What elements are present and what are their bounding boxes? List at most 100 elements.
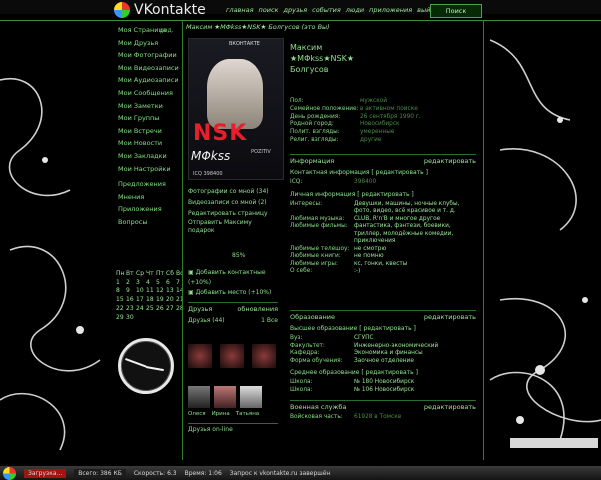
calendar-day[interactable]: 10: [136, 287, 144, 296]
calendar-day[interactable]: 12: [156, 287, 164, 296]
info-value[interactable]: Новосибирск: [360, 121, 400, 129]
friends-all-link[interactable]: 1 Все: [261, 317, 278, 324]
nav-search[interactable]: поиск: [259, 6, 279, 14]
row-value[interactable]: № 180 Новосибирск: [354, 379, 414, 387]
row-value[interactable]: CLUB, R'n'B и многое другое: [354, 216, 440, 224]
sidebar-item-news[interactable]: Мои Новости: [118, 139, 184, 149]
sidebar-item-messages[interactable]: Мои Сообщения: [118, 89, 184, 99]
sidebar-edit-link[interactable]: ред.: [160, 26, 174, 36]
row-value[interactable]: не смотрю: [354, 246, 386, 254]
sidebar-item-videos[interactable]: Мои Видеозаписи: [118, 64, 184, 74]
row-value[interactable]: Заочное отделение: [354, 358, 414, 366]
sidebar-item-bookmarks[interactable]: Мои Закладки: [118, 152, 184, 162]
videos-with-me-link[interactable]: Видеозаписи со мной (2): [188, 197, 276, 208]
school-title[interactable]: Среднее образование [ редактировать ]: [290, 369, 476, 376]
higher-edu-title[interactable]: Высшее образование [ редактировать ]: [290, 325, 476, 332]
send-gift-link[interactable]: Отправить Максиму подарок: [188, 219, 276, 235]
calendar-day[interactable]: 16: [126, 296, 134, 305]
sidebar-item-groups[interactable]: Мои Группы: [118, 114, 184, 124]
calendar-day[interactable]: 24: [136, 305, 144, 314]
sidebar-item-events[interactable]: Мои Встречи: [118, 127, 184, 137]
friend-name[interactable]: Ирина: [212, 411, 230, 417]
photos-with-me-link[interactable]: Фотографии со мной (34): [188, 186, 276, 197]
row-value[interactable]: № 106 Новосибирск: [354, 387, 414, 395]
info-value[interactable]: мужской: [360, 98, 387, 106]
nav-events[interactable]: события: [312, 6, 341, 14]
calendar-day[interactable]: 26: [156, 305, 164, 314]
sidebar-item-offers[interactable]: Предложения: [118, 180, 184, 190]
friend-name[interactable]: Татьяна: [236, 411, 259, 417]
nav-people[interactable]: люди: [346, 6, 364, 14]
info-value[interactable]: 26 сентября 1990 г.: [360, 114, 421, 122]
calendar-day[interactable]: 13: [166, 287, 174, 296]
calendar-day[interactable]: 9: [126, 287, 134, 296]
calendar-day[interactable]: 30: [126, 314, 134, 323]
row-value[interactable]: Девушки, машины, ночные клубы, фото, вид…: [354, 201, 476, 216]
friend-name[interactable]: Олеся: [188, 411, 206, 417]
calendar-day[interactable]: 1: [116, 279, 124, 288]
add-contacts-link[interactable]: ▣ Добавить контактные (+10%): [188, 268, 278, 288]
taskbar-loading[interactable]: Загрузка...: [24, 468, 67, 478]
row-value[interactable]: фантастика, фэнтези, боевики, триллер, м…: [354, 223, 476, 246]
start-button[interactable]: [3, 466, 16, 480]
calendar-day[interactable]: 20: [166, 296, 174, 305]
friends-updates-link[interactable]: обновления: [237, 305, 278, 313]
avatar[interactable]: [188, 386, 210, 408]
add-place-link[interactable]: ▣ Добавить место (+10%): [188, 288, 278, 298]
search-button[interactable]: Поиск: [430, 4, 482, 18]
edit-military-link[interactable]: редактировать: [424, 403, 476, 411]
row-value[interactable]: не помню: [354, 253, 384, 261]
calendar-day[interactable]: 6: [166, 279, 174, 288]
friend-photo[interactable]: [220, 344, 244, 368]
edit-page-link[interactable]: Редактировать страницу: [188, 208, 276, 219]
calendar-day[interactable]: 2: [126, 279, 134, 288]
info-value[interactable]: умеренные: [360, 129, 394, 137]
sidebar-item-applications[interactable]: Приложения: [118, 205, 184, 215]
row-value[interactable]: кс, гонки, квесты: [354, 261, 407, 269]
friends-title[interactable]: Друзья: [188, 305, 212, 313]
calendar-day[interactable]: 15: [116, 296, 124, 305]
avatar[interactable]: [214, 386, 236, 408]
personal-title[interactable]: Личная информация [ редактировать ]: [290, 191, 476, 198]
calendar-day[interactable]: 25: [146, 305, 154, 314]
row-value[interactable]: Инженерно-экономический: [354, 343, 438, 351]
sidebar-item-questions[interactable]: Вопросы: [118, 218, 184, 228]
vkontakte-logo[interactable]: VKontakte: [114, 0, 206, 20]
info-value[interactable]: другие: [360, 137, 382, 145]
friend-photo[interactable]: [252, 344, 276, 368]
calendar-day[interactable]: 11: [146, 287, 154, 296]
edit-information-link[interactable]: редактировать: [424, 157, 476, 165]
calendar-day[interactable]: 29: [116, 314, 124, 323]
contact-title[interactable]: Контактная информация [ редактировать ]: [290, 169, 476, 176]
sidebar-item-audio[interactable]: Мои Аудиозаписи: [118, 76, 184, 86]
row-value[interactable]: :-): [354, 268, 360, 276]
row-value[interactable]: СГУПС: [354, 335, 374, 343]
calendar-day[interactable]: 19: [156, 296, 164, 305]
calendar-day[interactable]: 3: [136, 279, 144, 288]
sidebar-item-my-page[interactable]: Моя Страница: [118, 26, 184, 36]
calendar-day[interactable]: 8: [116, 287, 124, 296]
nav-apps[interactable]: приложения: [369, 6, 412, 14]
nav-home[interactable]: главная: [226, 6, 254, 14]
calendar-day[interactable]: 18: [146, 296, 154, 305]
edit-education-link[interactable]: редактировать: [424, 313, 476, 321]
sidebar-item-friends[interactable]: Мои Друзья: [118, 39, 184, 49]
calendar-day[interactable]: 5: [156, 279, 164, 288]
calendar-day[interactable]: 23: [126, 305, 134, 314]
calendar-day[interactable]: 22: [116, 305, 124, 314]
sidebar-item-settings[interactable]: Мои Настройки: [118, 165, 184, 175]
sidebar-item-opinions[interactable]: Мнения: [118, 193, 184, 203]
nav-friends[interactable]: друзья: [283, 6, 307, 14]
avatar[interactable]: [240, 386, 262, 408]
calendar-day[interactable]: 27: [166, 305, 174, 314]
friends-online-link[interactable]: Друзья on-line: [188, 423, 278, 433]
profile-photo[interactable]: ВКОНТАКТЕ NSK MΦkss POZITIV ICQ 398400: [188, 38, 284, 180]
calendar-day[interactable]: 17: [136, 296, 144, 305]
friend-photo[interactable]: [188, 344, 212, 368]
friends-count[interactable]: Друзья (44): [188, 317, 225, 324]
row-value[interactable]: Экономика и финансы: [354, 350, 423, 358]
calendar-day[interactable]: 4: [146, 279, 154, 288]
sidebar-item-notes[interactable]: Мои Заметки: [118, 102, 184, 112]
info-value[interactable]: в активном поиске: [360, 106, 418, 114]
sidebar-item-photos[interactable]: Мои Фотографии: [118, 51, 184, 61]
